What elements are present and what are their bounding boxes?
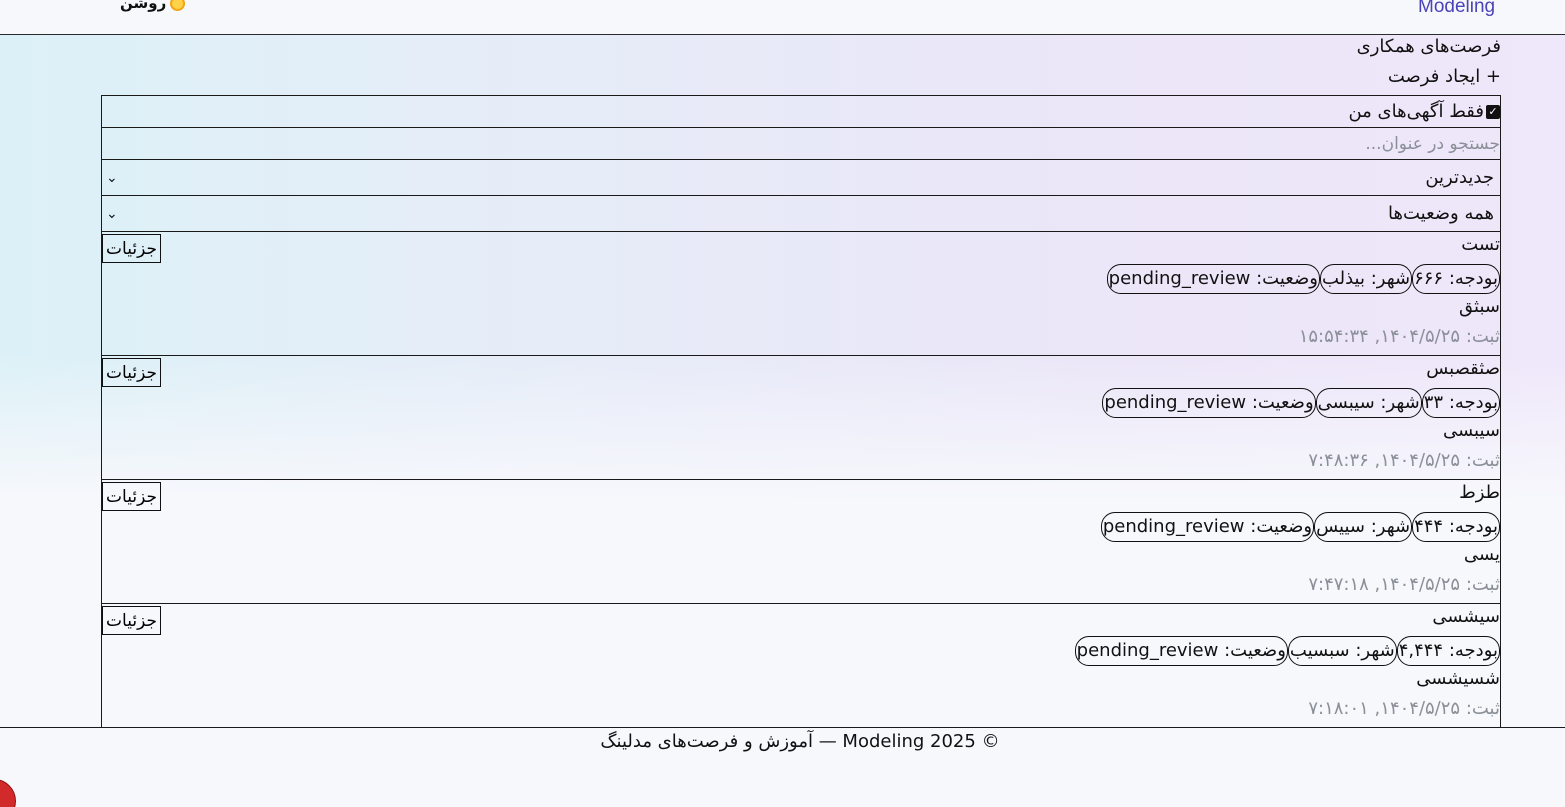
- details-button[interactable]: جزئیات: [102, 482, 161, 511]
- theme-toggle-label: روشن: [120, 0, 167, 12]
- only-mine-label: فقط آگهی‌های من: [1348, 101, 1484, 122]
- status-select-value: همه وضعیت‌ها: [1387, 203, 1494, 224]
- details-button[interactable]: جزئیات: [102, 606, 161, 635]
- footer-copyright: © Modeling 2025 — آموزش و فرصت‌های مدلین…: [600, 731, 1000, 752]
- details-button[interactable]: جزئیات: [102, 234, 161, 263]
- only-mine-checkbox[interactable]: ✓: [1486, 104, 1500, 119]
- opportunity-date: ثبت: ۱۴۰۴/۵/۲۵, ۱۵:۵۴:۳۴: [1298, 326, 1500, 347]
- opportunity-date: ثبت: ۱۴۰۴/۵/۲۵, ۷:۴۷:۱۸: [1308, 574, 1500, 595]
- opportunity-title: طزط: [1459, 482, 1500, 503]
- chevron-down-icon: ⌄: [106, 205, 118, 222]
- opportunity-card: طزط بودجه: ۴۴۴ شهر: سییس وضعیت: pending_…: [102, 480, 1500, 604]
- footer: © Modeling 2025 — آموزش و فرصت‌های مدلین…: [0, 727, 1565, 807]
- brand-link[interactable]: Modeling: [1418, 0, 1495, 18]
- details-button[interactable]: جزئیات: [102, 358, 161, 387]
- top-navbar: Modeling روشن: [0, 0, 1565, 35]
- theme-toggle-button[interactable]: روشن: [120, 0, 186, 12]
- budget-badge: بودجه: ۴۴۴: [1412, 512, 1500, 542]
- opportunity-title: صثقصبس: [1426, 358, 1500, 379]
- status-badge: وضعیت: pending_review: [1106, 264, 1320, 294]
- status-badge: وضعیت: pending_review: [1074, 636, 1288, 666]
- opportunity-date: ثبت: ۱۴۰۴/۵/۲۵, ۷:۱۸:۰۱: [1308, 698, 1500, 719]
- budget-badge: بودجه: ۴,۴۴۴: [1396, 636, 1500, 666]
- status-select[interactable]: همه وضعیت‌ها ⌄: [102, 196, 1500, 232]
- status-badge: وضعیت: pending_review: [1100, 512, 1315, 542]
- opportunity-description: شسیشسی: [1416, 668, 1500, 689]
- opportunity-date: ثبت: ۱۴۰۴/۵/۲۵, ۷:۴۸:۳۶: [1308, 450, 1500, 471]
- opportunity-tags: بودجه: ۴۴۴ شهر: سییس وضعیت: pending_revi…: [1100, 512, 1500, 542]
- page-title: فرصت‌های همکاری: [1356, 36, 1501, 57]
- opportunity-title: تست: [1461, 234, 1500, 255]
- create-opportunity-link[interactable]: + ایجاد فرصت: [1388, 66, 1501, 87]
- opportunity-card: تست بودجه: ۶۶۶ شهر: بیذلب وضعیت: pending…: [102, 232, 1500, 356]
- opportunity-description: سیبسی: [1442, 420, 1500, 441]
- opportunity-title: سیشسی: [1432, 606, 1500, 627]
- status-badge: وضعیت: pending_review: [1102, 388, 1316, 418]
- city-badge: شهر: سیبسی: [1315, 388, 1422, 418]
- opportunity-description: سبثق: [1459, 296, 1500, 317]
- budget-badge: بودجه: ۳۳: [1421, 388, 1500, 418]
- opportunity-card: صثقصبس بودجه: ۳۳ شهر: سیبسی وضعیت: pendi…: [102, 356, 1500, 480]
- sun-icon: [170, 0, 186, 11]
- chevron-down-icon: ⌄: [106, 169, 118, 186]
- city-badge: شهر: بیذلب: [1319, 264, 1413, 294]
- sort-select[interactable]: جدیدترین ⌄: [102, 160, 1500, 196]
- only-mine-filter[interactable]: ✓ فقط آگهی‌های من: [102, 96, 1500, 128]
- city-badge: شهر: سییس: [1314, 512, 1413, 542]
- opportunities-panel: ✓ فقط آگهی‌های من جدیدترین ⌄ همه وضعیت‌ه…: [101, 95, 1501, 728]
- search-row: [102, 128, 1500, 160]
- opportunity-tags: بودجه: ۳۳ شهر: سیبسی وضعیت: pending_revi…: [1102, 388, 1500, 418]
- opportunity-tags: بودجه: ۶۶۶ شهر: بیذلب وضعیت: pending_rev…: [1106, 264, 1500, 294]
- opportunity-card: سیشسی بودجه: ۴,۴۴۴ شهر: سبسیب وضعیت: pen…: [102, 604, 1500, 728]
- search-input[interactable]: [102, 128, 1500, 159]
- opportunity-tags: بودجه: ۴,۴۴۴ شهر: سبسیب وضعیت: pending_r…: [1074, 636, 1500, 666]
- sort-select-value: جدیدترین: [1425, 167, 1494, 188]
- budget-badge: بودجه: ۶۶۶: [1412, 264, 1500, 294]
- opportunity-description: یسی: [1463, 544, 1500, 565]
- city-badge: شهر: سبسیب: [1287, 636, 1397, 666]
